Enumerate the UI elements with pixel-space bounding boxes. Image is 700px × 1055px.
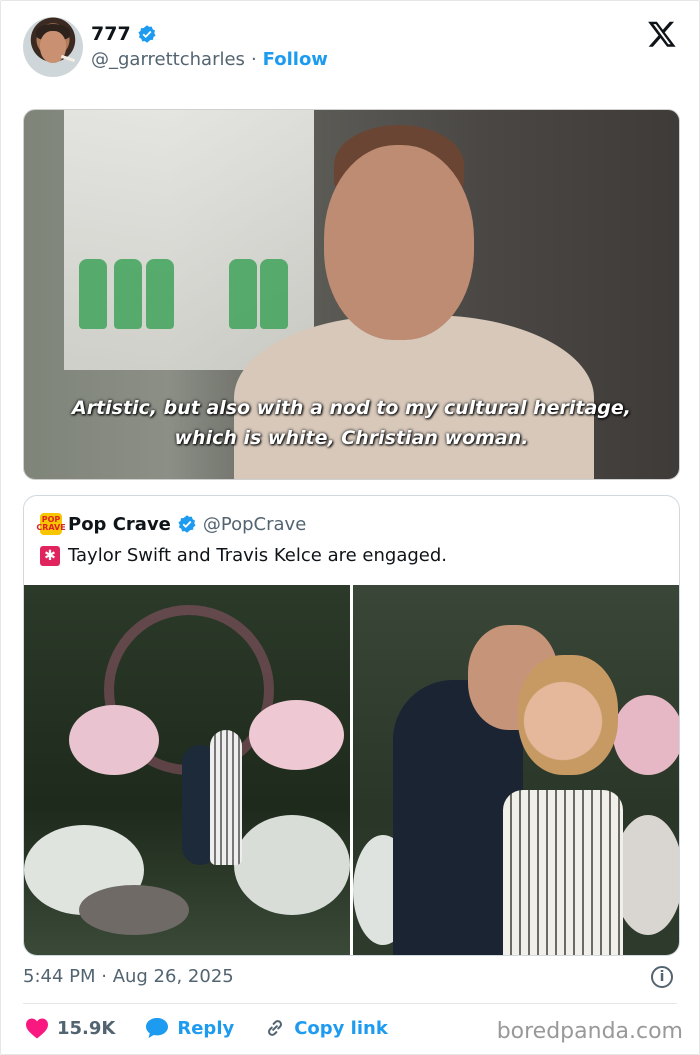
- copy-link-button[interactable]: Copy link: [264, 1017, 388, 1039]
- quoted-text: Taylor Swift and Travis Kelce are engage…: [68, 545, 447, 566]
- verified-badge-icon: [138, 25, 156, 43]
- display-name[interactable]: 777: [91, 23, 131, 45]
- info-icon[interactable]: i: [651, 966, 673, 988]
- separator: ·: [250, 49, 257, 70]
- tweet-media-image[interactable]: Artistic, but also with a nod to my cult…: [23, 109, 680, 480]
- copy-link-label: Copy link: [294, 1017, 388, 1039]
- media-subtitle-line1: Artistic, but also with a nod to my cult…: [71, 397, 631, 419]
- quoted-author-row: POP CRAVE Pop Crave @PopCrave: [36, 513, 306, 535]
- speech-bubble-icon: [146, 1018, 169, 1038]
- media-subtitle: Artistic, but also with a nod to my cult…: [24, 393, 679, 453]
- follow-button[interactable]: Follow: [263, 49, 328, 70]
- divider: [23, 1003, 677, 1004]
- handle[interactable]: @_garrettcharles: [91, 49, 245, 70]
- tweet-card: 777 @_garrettcharles · Follow Artistic, …: [0, 0, 700, 1055]
- link-icon: [268, 1020, 283, 1036]
- avatar[interactable]: [23, 17, 83, 77]
- handle-row: @_garrettcharles · Follow: [91, 49, 328, 70]
- like-button[interactable]: 15.9K: [25, 1017, 115, 1039]
- heart-icon: [26, 1018, 48, 1039]
- quoted-tweet[interactable]: POP CRAVE Pop Crave @PopCrave ✱ Taylor S…: [23, 495, 680, 956]
- like-count: 15.9K: [57, 1017, 116, 1039]
- pop-crave-avatar[interactable]: POP CRAVE: [36, 513, 66, 535]
- quoted-display-name[interactable]: Pop Crave: [68, 514, 171, 535]
- reply-button[interactable]: Reply: [145, 1017, 234, 1039]
- siren-emoji-icon: ✱: [40, 545, 60, 566]
- author-name-row: 777: [91, 23, 157, 45]
- verified-badge-icon: [178, 515, 196, 533]
- reply-label: Reply: [177, 1017, 235, 1039]
- quoted-text-row: ✱ Taylor Swift and Travis Kelce are enga…: [40, 545, 447, 566]
- x-logo-icon[interactable]: [647, 19, 677, 49]
- action-bar: 15.9K Reply Copy link: [25, 1017, 418, 1039]
- media-subtitle-line2: which is white, Christian woman.: [174, 427, 529, 449]
- timestamp[interactable]: 5:44 PM · Aug 26, 2025: [23, 966, 234, 987]
- quoted-photo-couple[interactable]: [353, 585, 679, 955]
- quoted-handle[interactable]: @PopCrave: [203, 514, 306, 535]
- watermark: boredpanda.com: [496, 1019, 683, 1044]
- quoted-photo-garden[interactable]: [24, 585, 350, 955]
